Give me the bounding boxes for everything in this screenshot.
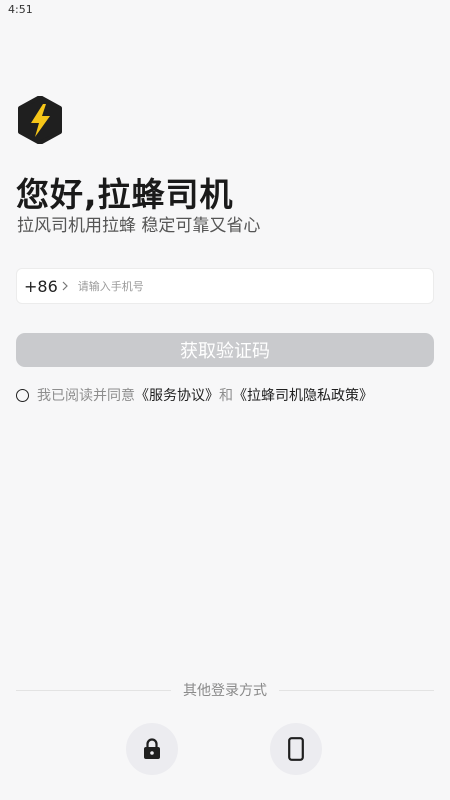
divider-line-right — [279, 689, 434, 691]
agreement-row: 我已阅读并同意 《服务协议》 和 《拉蜂司机隐私政策》 — [16, 385, 373, 405]
phone-input[interactable] — [75, 278, 433, 294]
country-code-label: +86 — [24, 276, 58, 296]
page-subtitle: 拉风司机用拉蜂 稳定可靠又省心 — [17, 216, 261, 236]
lock-icon — [144, 738, 160, 759]
country-code-selector[interactable]: +86 — [24, 277, 72, 296]
device-login-button[interactable] — [270, 723, 322, 775]
phone-field: +86 — [16, 268, 434, 304]
phone-icon — [288, 737, 304, 761]
chevron-right-icon — [62, 280, 72, 292]
other-login-label: 其他登录方式 — [183, 683, 267, 699]
lightning-bolt-icon — [18, 95, 62, 145]
other-login-divider: 其他登录方式 — [16, 680, 434, 700]
password-login-button[interactable] — [126, 723, 178, 775]
divider-line-left — [16, 689, 171, 691]
privacy-policy-link[interactable]: 《拉蜂司机隐私政策》 — [233, 385, 373, 405]
agreement-and: 和 — [219, 388, 233, 404]
status-bar: 4:51 — [0, 0, 450, 22]
get-code-button[interactable]: 获取验证码 — [16, 333, 434, 367]
app-logo — [17, 95, 63, 145]
service-agreement-link[interactable]: 《服务协议》 — [135, 385, 219, 405]
agreement-prefix: 我已阅读并同意 — [37, 388, 135, 404]
agreement-checkbox[interactable] — [16, 388, 29, 402]
status-time: 4:51 — [8, 3, 33, 16]
page-title: 您好,拉蜂司机 — [16, 175, 234, 214]
